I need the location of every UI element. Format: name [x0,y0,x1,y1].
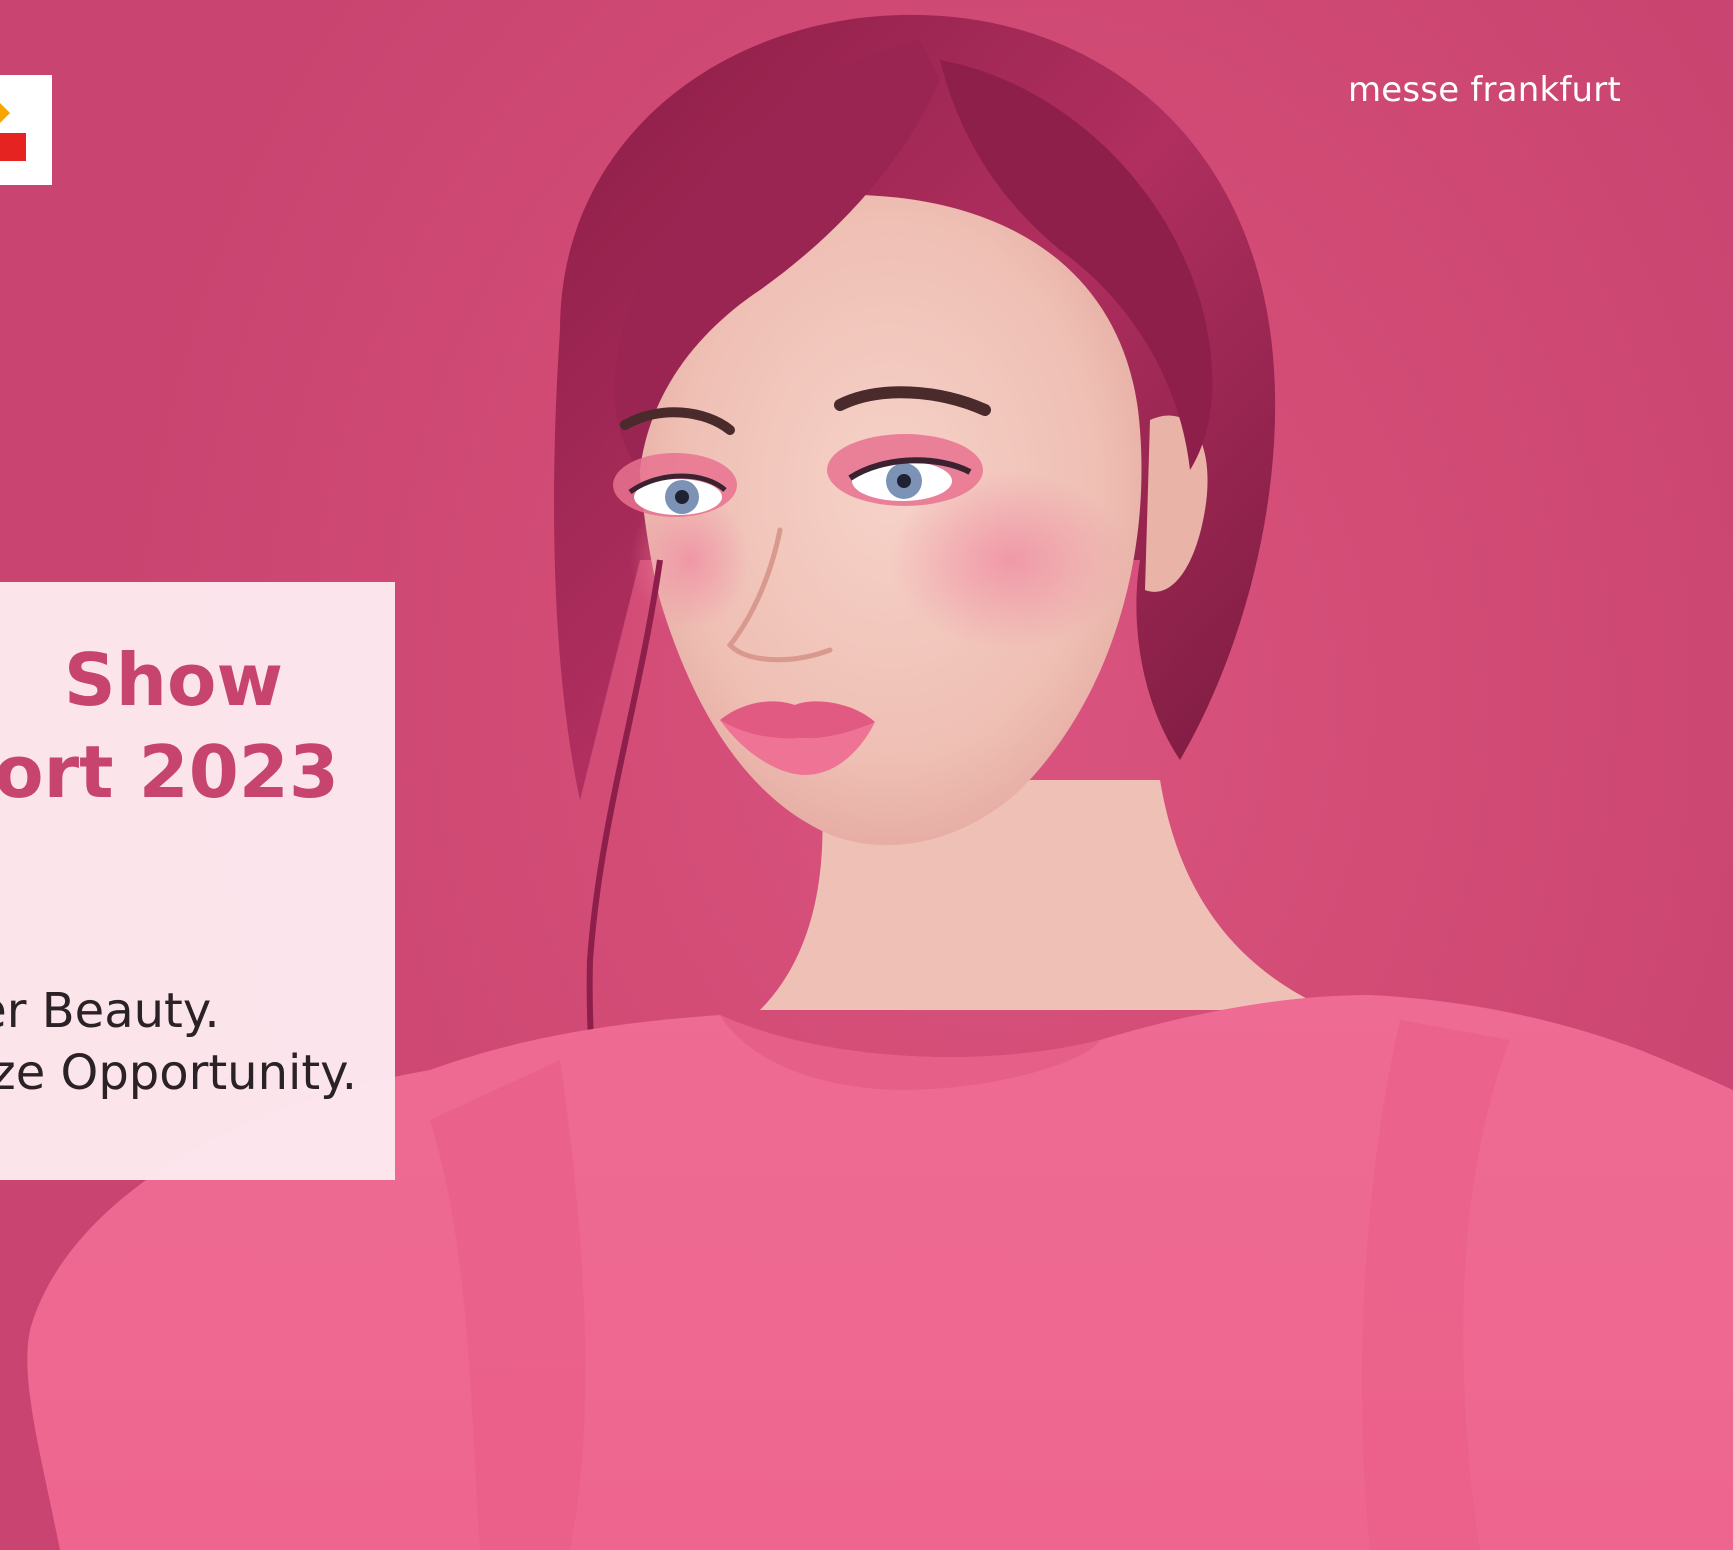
messe-frankfurt-logo-mark-icon [0,103,26,161]
tagline-line-2: ize Opportunity. [0,1045,357,1101]
cover-info-panel: Show ort 2023 er Beauty. ize Opportunity… [0,582,395,1180]
tagline-line-1: er Beauty. [0,983,220,1039]
logo-badge [0,75,52,185]
brand-name: messe frankfurt [1347,70,1621,110]
report-title: Show ort 2023 [0,634,339,818]
report-tagline: er Beauty. ize Opportunity. [0,980,357,1104]
report-title-line-2: ort 2023 [0,730,339,814]
report-title-line-1: Show [63,638,283,722]
